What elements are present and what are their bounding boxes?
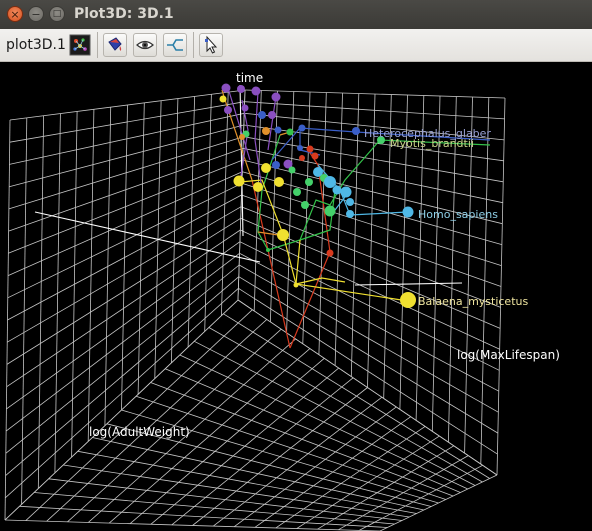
tree-node[interactable] xyxy=(224,106,232,114)
tree-node[interactable] xyxy=(237,85,245,93)
tree-node[interactable] xyxy=(233,175,245,187)
plot3d-window: × − □ Plot3D: 3D.1 plot3D.1 time log(Max… xyxy=(0,0,592,531)
tree-node[interactable] xyxy=(274,177,284,187)
tree-node[interactable] xyxy=(266,248,270,252)
tree-node[interactable] xyxy=(402,206,414,218)
grid-lines xyxy=(4,89,506,531)
tree-node[interactable] xyxy=(299,155,305,161)
tree-node[interactable] xyxy=(324,205,336,217)
tree-node[interactable] xyxy=(293,188,301,196)
tree-node[interactable] xyxy=(286,128,294,136)
tree-node[interactable] xyxy=(272,161,280,169)
tree-node[interactable] xyxy=(301,201,309,209)
tree-node[interactable] xyxy=(251,86,261,96)
axis-label-time: time xyxy=(236,71,263,85)
tree-node[interactable] xyxy=(268,111,276,119)
plot-3d-scene: time log(MaxLifespan) log(AdultWeight) H… xyxy=(4,71,560,531)
tree-node[interactable] xyxy=(324,176,336,188)
tree-node[interactable] xyxy=(221,83,231,93)
tree-node[interactable] xyxy=(311,152,319,160)
tree-node[interactable] xyxy=(274,126,282,134)
tree-node[interactable] xyxy=(271,92,281,102)
tree-node[interactable] xyxy=(261,163,271,173)
tip-label-myotis[interactable]: Myotis_brandtii xyxy=(390,137,474,150)
tree-node[interactable] xyxy=(340,186,352,198)
axis-line-adult-weight xyxy=(34,211,261,263)
tree-node[interactable] xyxy=(326,249,334,257)
tree-node[interactable] xyxy=(346,210,354,218)
tree-node[interactable] xyxy=(352,127,360,135)
axis-line-max-lifespan xyxy=(354,282,463,286)
tree-node[interactable] xyxy=(241,104,249,112)
tree-node[interactable] xyxy=(262,127,270,135)
tree-node[interactable] xyxy=(400,292,416,308)
plot-3d-viewport[interactable]: time log(MaxLifespan) log(AdultWeight) H… xyxy=(0,62,592,531)
tree-node[interactable] xyxy=(297,145,303,151)
tree-node[interactable] xyxy=(239,134,245,140)
tree-node[interactable] xyxy=(346,198,354,206)
tree-node[interactable] xyxy=(277,229,289,241)
tree-node[interactable] xyxy=(298,124,306,132)
tip-label-homo-sapiens[interactable]: Homo_sapiens xyxy=(418,208,498,221)
tree-node[interactable] xyxy=(253,182,263,192)
tree-node[interactable] xyxy=(332,185,342,195)
axis-label-max-lifespan: log(MaxLifespan) xyxy=(457,348,560,362)
tree-node[interactable] xyxy=(305,178,313,186)
tree-node[interactable] xyxy=(288,166,296,174)
tree-node[interactable] xyxy=(293,282,299,288)
tip-label-balaena[interactable]: Balaena_mysticetus xyxy=(418,295,528,308)
axis-label-adult-weight: log(AdultWeight) xyxy=(89,425,190,439)
tree-node[interactable] xyxy=(258,111,266,119)
tree-node[interactable] xyxy=(306,145,314,153)
tree-node[interactable] xyxy=(219,95,227,103)
